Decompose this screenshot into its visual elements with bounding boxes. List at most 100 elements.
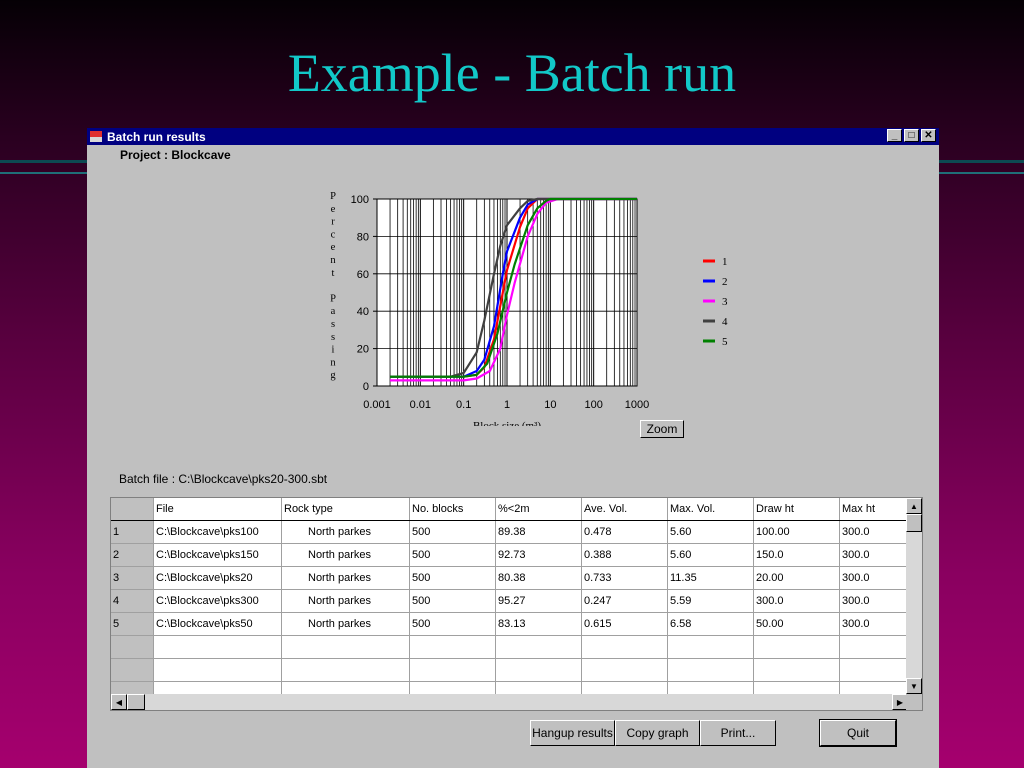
table-cell[interactable]: 0.247 (581, 589, 668, 613)
close-button[interactable]: ✕ (921, 129, 936, 142)
table-cell[interactable]: 0.478 (581, 520, 668, 544)
table-cell[interactable]: North parkes (281, 520, 410, 544)
y-axis-label-letter: s (331, 332, 335, 343)
vertical-scroll-thumb[interactable] (906, 514, 922, 532)
y-axis-label-letter: r (331, 217, 335, 228)
table-cell[interactable]: 80.38 (495, 566, 582, 590)
column-header[interactable]: No. blocks (409, 498, 496, 521)
scroll-up-icon[interactable]: ▲ (906, 498, 922, 514)
table-cell[interactable]: 95.27 (495, 589, 582, 613)
quit-button[interactable]: Quit (819, 719, 897, 747)
table-cell[interactable] (839, 658, 908, 682)
table-cell[interactable] (281, 635, 410, 659)
table-cell[interactable]: 300.0 (839, 520, 908, 544)
x-axis-label: Block size (m³) (473, 420, 541, 426)
table-cell[interactable] (839, 635, 908, 659)
table-cell[interactable] (409, 658, 496, 682)
table-cell[interactable] (281, 658, 410, 682)
table-cell[interactable]: 100.00 (753, 520, 840, 544)
maximize-button[interactable]: □ (904, 129, 919, 142)
table-cell[interactable]: 500 (409, 612, 496, 636)
column-header[interactable]: Rock type (281, 498, 410, 521)
table-cell[interactable]: North parkes (281, 543, 410, 567)
table-cell[interactable]: 300.0 (839, 589, 908, 613)
row-number[interactable] (111, 635, 154, 659)
table-cell[interactable]: 92.73 (495, 543, 582, 567)
table-cell[interactable]: 5.59 (667, 589, 754, 613)
table-cell[interactable] (409, 635, 496, 659)
table-cell[interactable]: C:\Blockcave\pks20 (153, 566, 282, 590)
row-number[interactable]: 5 (111, 612, 154, 636)
table-cell[interactable]: 300.0 (839, 612, 908, 636)
table-cell[interactable]: 89.38 (495, 520, 582, 544)
table-cell[interactable] (581, 658, 668, 682)
table-row[interactable]: 4 C:\Blockcave\pks300 North parkes 500 95.27… (111, 589, 908, 613)
table-cell[interactable]: 300.0 (839, 543, 908, 567)
table-cell[interactable]: 6.58 (667, 612, 754, 636)
table-row[interactable]: 5 C:\Blockcave\pks50 North parkes 500 83.13 0… (111, 612, 908, 636)
table-row[interactable] (111, 635, 908, 659)
table-cell[interactable] (667, 658, 754, 682)
row-number[interactable] (111, 658, 154, 682)
table-cell[interactable]: 500 (409, 589, 496, 613)
row-number[interactable]: 4 (111, 589, 154, 613)
column-header[interactable]: Max ht (839, 498, 908, 521)
table-cell[interactable]: North parkes (281, 589, 410, 613)
vertical-scrollbar[interactable]: ▲ ▼ (906, 498, 922, 694)
table-cell[interactable] (495, 658, 582, 682)
print-button[interactable]: Print... (700, 720, 776, 746)
table-cell[interactable]: 20.00 (753, 566, 840, 590)
hangup-results-button[interactable]: Hangup results (530, 720, 615, 746)
table-cell[interactable]: 5.60 (667, 543, 754, 567)
row-number[interactable]: 2 (111, 543, 154, 567)
table-cell[interactable] (753, 635, 840, 659)
table-cell[interactable]: 500 (409, 543, 496, 567)
table-cell[interactable] (153, 635, 282, 659)
table-cell[interactable]: C:\Blockcave\pks50 (153, 612, 282, 636)
table-cell[interactable]: C:\Blockcave\pks100 (153, 520, 282, 544)
table-cell[interactable] (581, 635, 668, 659)
horizontal-scroll-thumb[interactable] (127, 694, 145, 710)
column-header[interactable]: Draw ht (753, 498, 840, 521)
scroll-down-icon[interactable]: ▼ (906, 678, 922, 694)
table-cell[interactable]: C:\Blockcave\pks150 (153, 543, 282, 567)
table-cell[interactable]: 500 (409, 520, 496, 544)
column-header[interactable]: File (153, 498, 282, 521)
copy-graph-button[interactable]: Copy graph (615, 720, 700, 746)
table-cell[interactable]: North parkes (281, 612, 410, 636)
table-cell[interactable]: North parkes (281, 566, 410, 590)
zoom-button[interactable]: Zoom (640, 420, 684, 438)
row-header-corner[interactable] (111, 498, 154, 521)
table-row[interactable]: 3 C:\Blockcave\pks20 North parkes 500 80.38 0… (111, 566, 908, 590)
column-header[interactable]: Ave. Vol. (581, 498, 668, 521)
window-titlebar[interactable]: Batch run results _ □ ✕ (87, 128, 939, 145)
table-cell[interactable] (495, 635, 582, 659)
row-number[interactable]: 3 (111, 566, 154, 590)
scroll-left-icon[interactable]: ◀ (111, 694, 127, 710)
table-cell[interactable]: C:\Blockcave\pks300 (153, 589, 282, 613)
table-cell[interactable]: 150.0 (753, 543, 840, 567)
table-cell[interactable]: 0.388 (581, 543, 668, 567)
app-icon[interactable] (89, 130, 103, 143)
table-cell[interactable]: 300.0 (839, 566, 908, 590)
table-row[interactable] (111, 658, 908, 682)
table-cell[interactable]: 0.733 (581, 566, 668, 590)
table-cell[interactable]: 50.00 (753, 612, 840, 636)
window-controls: _ □ ✕ (887, 129, 936, 142)
table-cell[interactable]: 500 (409, 566, 496, 590)
table-cell[interactable]: 5.60 (667, 520, 754, 544)
table-cell[interactable] (667, 635, 754, 659)
table-cell[interactable]: 11.35 (667, 566, 754, 590)
row-number[interactable]: 1 (111, 520, 154, 544)
minimize-button[interactable]: _ (887, 129, 902, 142)
table-cell[interactable]: 83.13 (495, 612, 582, 636)
table-cell[interactable]: 0.615 (581, 612, 668, 636)
table-cell[interactable] (753, 658, 840, 682)
column-header[interactable]: Max. Vol. (667, 498, 754, 521)
column-header[interactable]: %<2m (495, 498, 582, 521)
horizontal-scrollbar[interactable]: ◀ ▶ (111, 694, 908, 710)
table-row[interactable]: 1 C:\Blockcave\pks100 North parkes 500 89.38… (111, 520, 908, 544)
table-cell[interactable]: 300.0 (753, 589, 840, 613)
table-row[interactable]: 2 C:\Blockcave\pks150 North parkes 500 92.73… (111, 543, 908, 567)
table-cell[interactable] (153, 658, 282, 682)
